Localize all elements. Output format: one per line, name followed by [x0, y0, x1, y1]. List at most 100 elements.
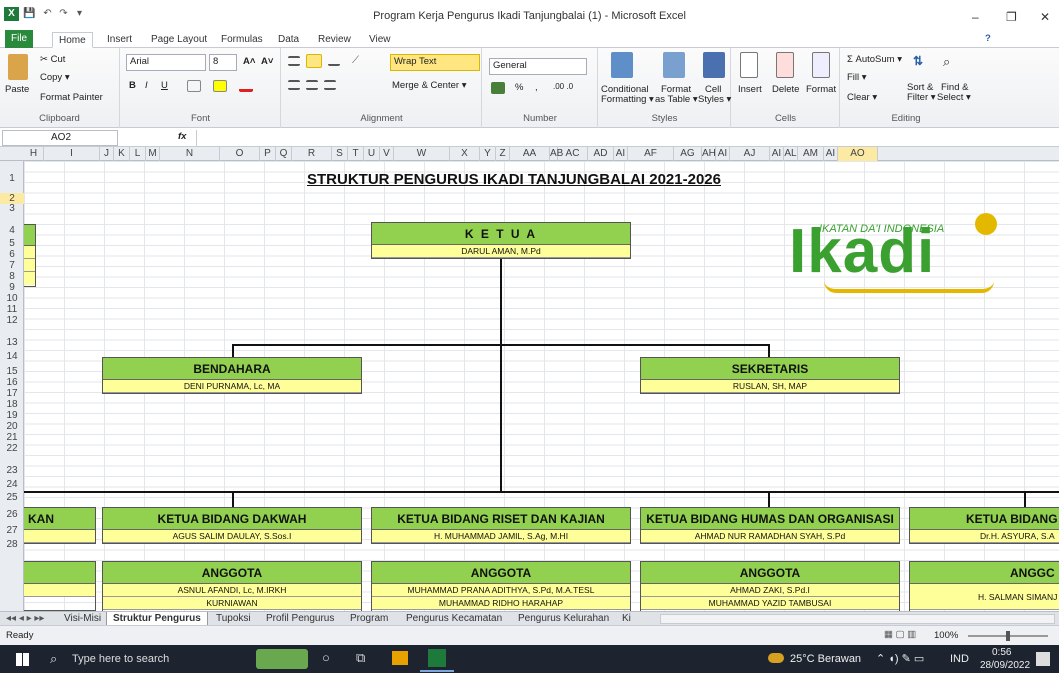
column-header[interactable]: AB: [550, 147, 563, 161]
sheet-tab-program[interactable]: Program: [350, 612, 388, 626]
tab-page-layout[interactable]: Page Layout: [145, 32, 213, 48]
align-middle-icon[interactable]: [306, 54, 322, 68]
sheet-tab-pengurus-kelurahan[interactable]: Pengurus Kelurahan: [518, 612, 609, 626]
sheet-tab-struktur-pengurus[interactable]: Struktur Pengurus: [106, 612, 208, 626]
column-header[interactable]: I: [44, 147, 100, 161]
tab-review[interactable]: Review: [312, 32, 357, 48]
row-header[interactable]: 13: [0, 337, 24, 348]
sheet-tab-partial[interactable]: Ki: [622, 612, 631, 626]
row-header[interactable]: 15: [0, 366, 24, 377]
notification-icon[interactable]: [1036, 652, 1050, 666]
row-header[interactable]: 3: [0, 203, 24, 214]
bold-button[interactable]: B: [129, 80, 136, 91]
align-bottom-icon[interactable]: [328, 56, 340, 66]
percent-button[interactable]: %: [515, 82, 523, 93]
column-header[interactable]: S: [332, 147, 348, 161]
clock-date[interactable]: 28/09/2022: [980, 660, 1030, 671]
tab-view[interactable]: View: [363, 32, 397, 48]
merge-center-button[interactable]: Merge & Center ▾: [392, 80, 466, 91]
column-header[interactable]: K: [114, 147, 130, 161]
fill-button[interactable]: Fill ▾: [847, 72, 867, 83]
close-button[interactable]: ✕: [1040, 10, 1050, 24]
column-header[interactable]: AJ: [730, 147, 770, 161]
format-cells-icon[interactable]: [812, 52, 830, 78]
column-header[interactable]: N: [160, 147, 220, 161]
column-header[interactable]: AI: [716, 147, 730, 161]
cortana-icon[interactable]: ○: [322, 650, 330, 665]
column-header[interactable]: AD: [588, 147, 614, 161]
row-header[interactable]: 24: [0, 479, 24, 490]
row-header[interactable]: 11: [0, 304, 24, 315]
zoom-slider-thumb[interactable]: [1006, 631, 1010, 641]
column-header[interactable]: AH: [702, 147, 716, 161]
sheet-tab-visi-misi[interactable]: Visi-Misi: [64, 612, 101, 626]
column-header[interactable]: AC: [558, 147, 588, 161]
delete-button[interactable]: Delete: [772, 84, 799, 95]
row-header[interactable]: 4: [0, 225, 24, 236]
column-header[interactable]: O: [220, 147, 260, 161]
row-header[interactable]: 19: [0, 410, 24, 421]
conditional-formatting-icon[interactable]: [611, 52, 633, 78]
column-header[interactable]: P: [260, 147, 276, 161]
row-header[interactable]: 8: [0, 271, 24, 282]
row-header[interactable]: 26: [0, 509, 24, 520]
copy-button[interactable]: Copy ▾: [40, 72, 70, 83]
row-header[interactable]: 14: [0, 351, 24, 362]
fill-color-icon[interactable]: [213, 80, 227, 92]
formula-input[interactable]: [196, 130, 1056, 146]
row-header[interactable]: 1: [0, 173, 24, 184]
column-header[interactable]: J: [100, 147, 114, 161]
column-header[interactable]: V: [380, 147, 394, 161]
clear-button[interactable]: Clear ▾: [847, 92, 877, 103]
delete-cells-icon[interactable]: [776, 52, 794, 78]
system-tray-icons[interactable]: ⌃ ◖) ✎ ▭: [876, 652, 924, 665]
comma-button[interactable]: ,: [535, 82, 538, 93]
column-header[interactable]: T: [348, 147, 364, 161]
minimize-button[interactable]: –: [972, 10, 979, 24]
sheet-tab-pengurus-kecamatan[interactable]: Pengurus Kecamatan: [406, 612, 502, 626]
maximize-button[interactable]: ❐: [1006, 10, 1017, 24]
column-header[interactable]: L: [130, 147, 146, 161]
language-indicator[interactable]: IND: [950, 653, 969, 665]
taskbar-search[interactable]: Type here to search: [72, 653, 169, 665]
tab-formulas[interactable]: Formulas: [215, 32, 269, 48]
row-header[interactable]: 27: [0, 525, 24, 536]
sort-filter-icon[interactable]: ⇅: [913, 54, 929, 74]
underline-button[interactable]: U: [161, 80, 168, 91]
find-select-icon[interactable]: ⌕: [943, 54, 959, 74]
font-color-icon[interactable]: [239, 80, 253, 92]
row-header[interactable]: 22: [0, 443, 24, 454]
column-header[interactable]: U: [364, 147, 380, 161]
row-header[interactable]: 18: [0, 399, 24, 410]
tab-home[interactable]: Home: [52, 32, 93, 48]
column-header[interactable]: AI: [770, 147, 784, 161]
align-top-icon[interactable]: [288, 56, 300, 66]
column-header[interactable]: AG: [674, 147, 702, 161]
weather-text[interactable]: 25°C Berawan: [790, 653, 861, 665]
search-icon[interactable]: ⌕: [50, 651, 57, 667]
insert-button[interactable]: Insert: [738, 84, 762, 95]
paste-icon[interactable]: [8, 54, 28, 80]
format-button[interactable]: Format: [806, 84, 836, 95]
borders-icon[interactable]: [187, 80, 201, 92]
cut-button[interactable]: ✂ Cut: [40, 54, 65, 65]
column-header[interactable]: AM: [798, 147, 824, 161]
sheet-tab-tupoksi[interactable]: Tupoksi: [216, 612, 251, 626]
row-header[interactable]: 10: [0, 293, 24, 304]
italic-button[interactable]: I: [145, 80, 148, 91]
row-header[interactable]: 12: [0, 315, 24, 326]
align-center-icon[interactable]: [306, 80, 318, 90]
column-header[interactable]: AA: [510, 147, 550, 161]
tab-insert[interactable]: Insert: [101, 32, 138, 48]
column-header[interactable]: H: [24, 147, 44, 161]
row-header[interactable]: 20: [0, 421, 24, 432]
file-explorer-icon[interactable]: [392, 651, 408, 665]
row-header[interactable]: 9: [0, 282, 24, 293]
column-header[interactable]: M: [146, 147, 160, 161]
excel-taskbar-icon[interactable]: [428, 649, 446, 667]
cell-styles-icon[interactable]: [703, 52, 725, 78]
tab-data[interactable]: Data: [272, 32, 305, 48]
sheet-nav-buttons[interactable]: ◂◂ ◂ ▸ ▸▸: [6, 612, 44, 626]
windows-start-icon[interactable]: [16, 653, 29, 666]
horizontal-scrollbar[interactable]: [660, 614, 1055, 624]
